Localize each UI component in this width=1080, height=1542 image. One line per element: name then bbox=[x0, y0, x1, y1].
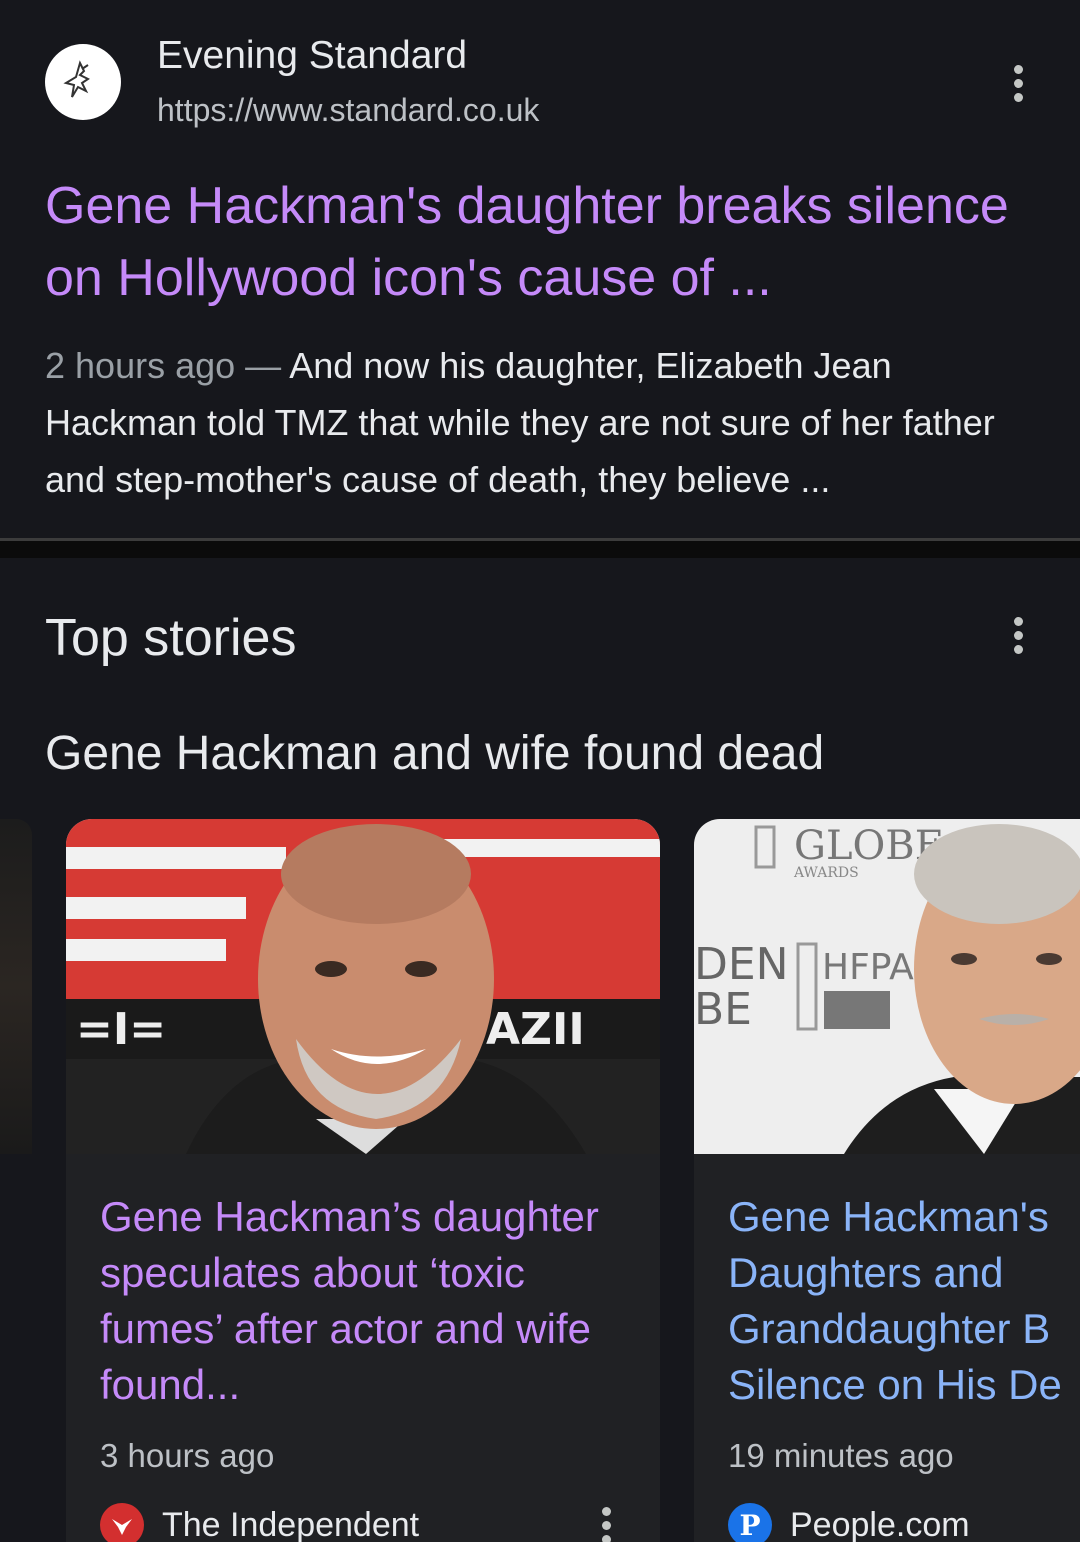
more-options-icon[interactable] bbox=[998, 53, 1038, 113]
snippet-date: 2 hours ago bbox=[45, 345, 236, 386]
story-source[interactable]: The Independent bbox=[100, 1503, 419, 1542]
svg-text:DEN: DEN bbox=[694, 939, 789, 990]
story-thumbnail[interactable]: GLOBE AWARDS DEN BE HFPA bbox=[694, 819, 1080, 1154]
svg-text:=I=: =I= bbox=[76, 1004, 166, 1055]
svg-text:AZII: AZII bbox=[486, 1004, 585, 1055]
top-stories-section: Top stories Gene Hackman and wife found … bbox=[0, 558, 1080, 1542]
story-title-link[interactable]: Gene Hackman's Daughters and Granddaught… bbox=[728, 1189, 1080, 1413]
story-card[interactable]: =I= AZII Gene Hackman’s daughter specula… bbox=[66, 819, 660, 1542]
story-source[interactable]: P People.com bbox=[728, 1503, 970, 1542]
top-stories-more-icon[interactable] bbox=[998, 605, 1038, 665]
story-source-name: People.com bbox=[790, 1505, 970, 1542]
svg-text:AWARDS: AWARDS bbox=[793, 865, 859, 881]
story-more-options-icon[interactable] bbox=[586, 1495, 626, 1542]
people-logo-icon: P bbox=[728, 1503, 772, 1542]
story-time: 19 minutes ago bbox=[728, 1437, 954, 1474]
source-url[interactable]: https://www.standard.co.uk bbox=[157, 92, 539, 129]
previous-story-card-edge[interactable] bbox=[0, 819, 32, 1154]
story-title-line[interactable]: Silence on His De bbox=[728, 1357, 1080, 1413]
source-name[interactable]: Evening Standard bbox=[157, 34, 467, 78]
story-title-link[interactable]: Gene Hackman’s daughter speculates about… bbox=[100, 1189, 640, 1413]
evening-standard-logo-icon[interactable] bbox=[45, 44, 121, 120]
story-title-line[interactable]: Granddaughter B bbox=[728, 1301, 1080, 1357]
svg-text:BE: BE bbox=[694, 984, 752, 1035]
story-time: 3 hours ago bbox=[100, 1437, 275, 1474]
snippet-separator: — bbox=[235, 345, 290, 386]
page: Evening Standard https://www.standard.co… bbox=[0, 0, 1080, 1542]
search-result-card: Evening Standard https://www.standard.co… bbox=[0, 0, 1080, 538]
result-snippet: 2 hours ago — And now his daughter, Eliz… bbox=[45, 337, 1045, 508]
story-title-line[interactable]: Daughters and bbox=[728, 1245, 1080, 1301]
story-thumbnail[interactable]: =I= AZII bbox=[66, 819, 660, 1154]
story-title-line[interactable]: Gene Hackman's bbox=[728, 1189, 1080, 1245]
top-stories-heading: Top stories bbox=[45, 609, 297, 667]
story-cluster-title: Gene Hackman and wife found dead bbox=[45, 727, 825, 780]
section-divider bbox=[0, 538, 1080, 558]
story-source-name: The Independent bbox=[162, 1505, 420, 1542]
story-card[interactable]: GLOBE AWARDS DEN BE HFPA Gene Hackman's … bbox=[694, 819, 1080, 1542]
independent-eagle-icon bbox=[100, 1503, 144, 1542]
result-title-link[interactable]: Gene Hackman's daughter breaks silence o… bbox=[45, 170, 1045, 314]
svg-text:HFPA: HFPA bbox=[822, 947, 914, 988]
